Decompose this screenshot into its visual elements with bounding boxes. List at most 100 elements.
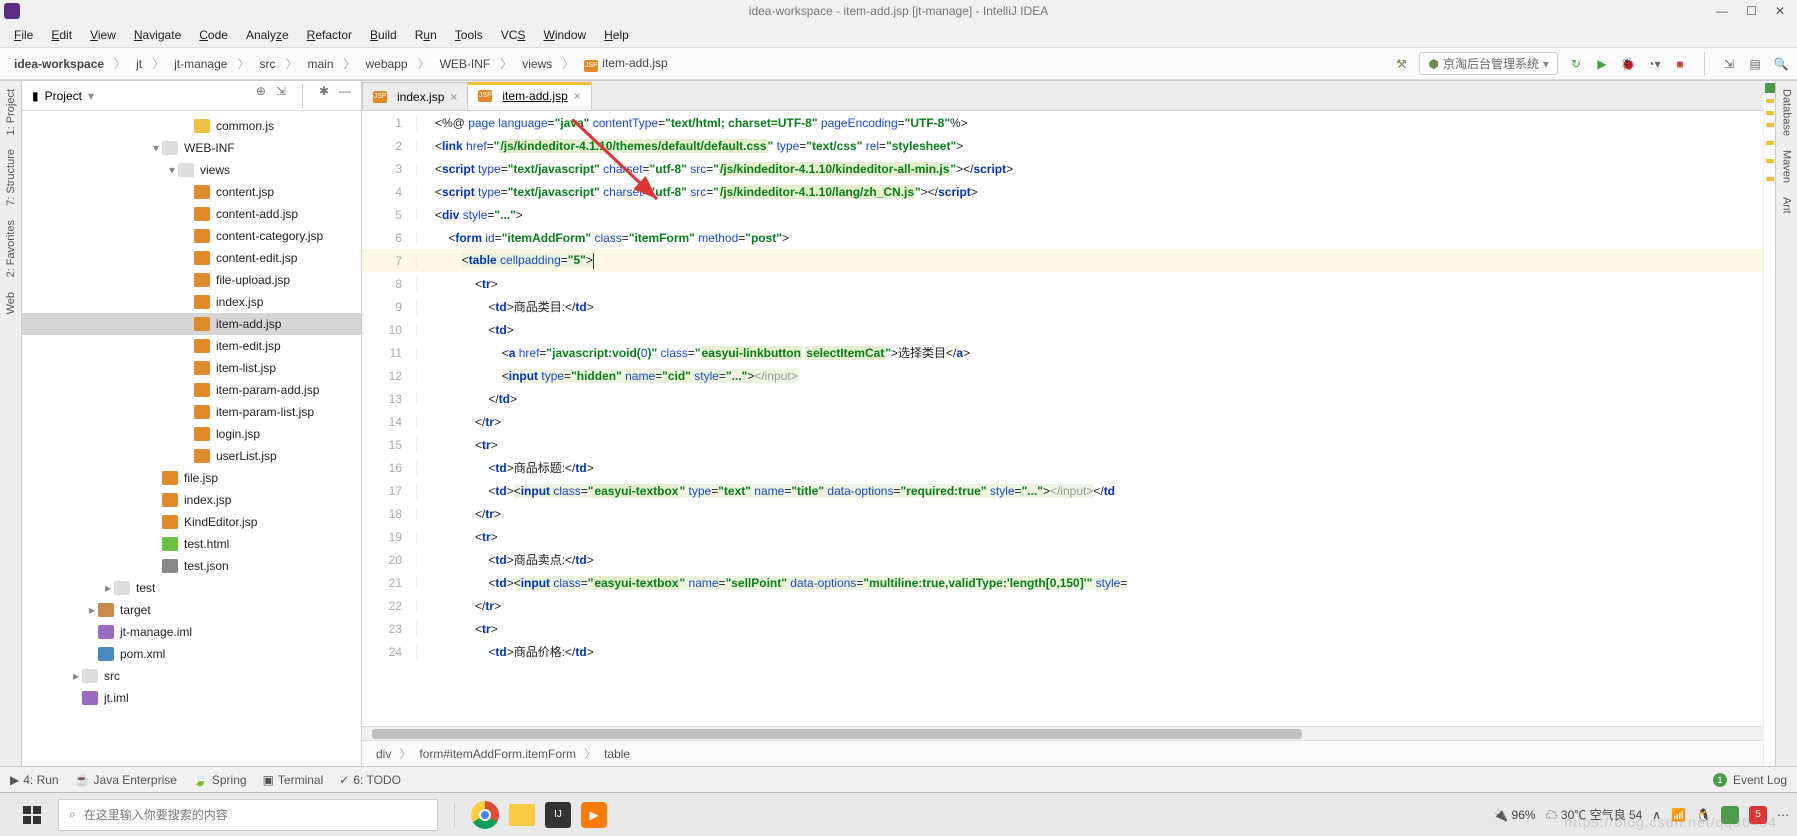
close-icon[interactable]: × (450, 90, 457, 104)
warning-marker[interactable] (1766, 159, 1774, 163)
tool-window-button[interactable]: ☕Java Enterprise (75, 773, 177, 787)
line-number[interactable]: 2 (362, 139, 417, 153)
chevron-down-icon[interactable]: ▾ (88, 89, 94, 103)
tree-node[interactable]: content.jsp (22, 181, 361, 203)
line-number[interactable]: 18 (362, 507, 417, 521)
line-number[interactable]: 15 (362, 438, 417, 452)
breadcrumb-item[interactable]: idea-workspace (8, 55, 110, 73)
code-content[interactable]: <td><input class="easyui-textbox" name="… (431, 576, 1127, 590)
warning-marker[interactable] (1766, 141, 1774, 145)
scrollbar-thumb[interactable] (372, 729, 1302, 739)
code-line[interactable]: 13 </td> (362, 387, 1763, 410)
marker-strip[interactable] (1763, 81, 1775, 766)
tree-caret-icon[interactable]: ▸ (86, 603, 98, 617)
tool-window-button[interactable]: ✓6: TODO (339, 773, 401, 787)
tree-node[interactable]: item-add.jsp (22, 313, 361, 335)
debug-icon[interactable]: 🐞 (1620, 56, 1636, 72)
code-content[interactable]: <form id="itemAddForm" class="itemForm" … (431, 231, 789, 245)
code-line[interactable]: 7 <table cellpadding="5"> (362, 249, 1763, 272)
code-content[interactable]: <div style="..."> (431, 208, 523, 222)
breadcrumb-item[interactable]: jt-manage (168, 55, 233, 73)
code-content[interactable]: <tr> (431, 438, 498, 452)
tree-node[interactable]: content-add.jsp (22, 203, 361, 225)
media-icon[interactable]: ▶ (581, 802, 607, 828)
line-number[interactable]: 7 (362, 254, 417, 268)
breadcrumb-item[interactable]: src (253, 55, 281, 73)
tree-node[interactable]: jt.iml (22, 687, 361, 709)
line-number[interactable]: 5 (362, 208, 417, 222)
explorer-icon[interactable] (509, 804, 535, 826)
tool-window-button[interactable]: Maven (1781, 150, 1793, 183)
rerun-icon[interactable]: ↻ (1568, 56, 1584, 72)
tray-app-icon[interactable]: ⋯ (1777, 808, 1789, 822)
warning-marker[interactable] (1766, 111, 1774, 115)
menu-help[interactable]: Help (596, 25, 637, 45)
code-content[interactable]: </td> (431, 392, 517, 406)
horizontal-scrollbar[interactable] (362, 726, 1763, 740)
line-number[interactable]: 8 (362, 277, 417, 291)
code-line[interactable]: 8 <tr> (362, 272, 1763, 295)
structure-icon[interactable]: ▤ (1747, 56, 1763, 72)
editor-breadcrumb-item[interactable]: table (604, 747, 630, 761)
line-number[interactable]: 6 (362, 231, 417, 245)
menu-file[interactable]: File (6, 25, 41, 45)
menu-analyze[interactable]: Analyze (238, 25, 297, 45)
tree-node[interactable]: ▾views (22, 159, 361, 181)
chrome-icon[interactable] (471, 801, 499, 829)
menu-view[interactable]: View (82, 25, 124, 45)
tree-node[interactable]: file.jsp (22, 467, 361, 489)
editor-breadcrumb-item[interactable]: form#itemAddForm.itemForm (419, 747, 576, 761)
code-content[interactable]: <%@ page language="java" contentType="te… (431, 116, 968, 130)
intellij-icon[interactable]: IJ (545, 802, 571, 828)
build-icon[interactable]: ⚒ (1393, 56, 1409, 72)
code-content[interactable]: <link href="/js/kindeditor-4.1.10/themes… (431, 139, 963, 153)
menu-navigate[interactable]: Navigate (126, 25, 189, 45)
maximize-icon[interactable]: ☐ (1746, 4, 1757, 18)
line-number[interactable]: 22 (362, 599, 417, 613)
code-content[interactable]: <a href="javascript:void(0)" class="easy… (431, 344, 970, 361)
code-content[interactable]: </tr> (431, 507, 501, 521)
menu-run[interactable]: Run (407, 25, 445, 45)
run-config-selector[interactable]: ⬢ 京淘后台管理系统 ▾ (1419, 52, 1558, 75)
code-content[interactable]: <td><input class="easyui-textbox" type="… (431, 484, 1115, 498)
menu-build[interactable]: Build (362, 25, 405, 45)
tree-node[interactable]: jt-manage.iml (22, 621, 361, 643)
editor-breadcrumb-item[interactable]: div (376, 747, 391, 761)
code-content[interactable]: </tr> (431, 415, 501, 429)
editor-tab[interactable]: JSPitem-add.jsp× (467, 82, 591, 110)
line-number[interactable]: 23 (362, 622, 417, 636)
breadcrumb-item[interactable]: views (516, 55, 558, 73)
minimize-icon[interactable]: — (1716, 4, 1728, 18)
tree-node[interactable]: content-edit.jsp (22, 247, 361, 269)
search-icon[interactable]: 🔍 (1773, 56, 1789, 72)
breadcrumb-item[interactable]: webapp (360, 55, 414, 73)
breadcrumb-item[interactable]: JSPitem-add.jsp (578, 54, 673, 74)
close-icon[interactable]: ✕ (1775, 4, 1785, 18)
code-content[interactable]: <tr> (431, 277, 498, 291)
warning-marker[interactable] (1766, 123, 1774, 127)
menu-edit[interactable]: Edit (43, 25, 80, 45)
tree-caret-icon[interactable]: ▾ (166, 163, 178, 177)
line-number[interactable]: 21 (362, 576, 417, 590)
tool-window-button[interactable]: 1: Project (5, 89, 17, 135)
tool-window-button[interactable]: Ant (1781, 197, 1793, 214)
code-content[interactable]: </tr> (431, 599, 501, 613)
code-line[interactable]: 9 <td>商品类目:</td> (362, 295, 1763, 318)
editor-tab[interactable]: JSPindex.jsp× (362, 82, 468, 110)
line-number[interactable]: 11 (362, 346, 417, 360)
coverage-icon[interactable]: ◔▾ (1646, 56, 1662, 72)
code-line[interactable]: 14 </tr> (362, 410, 1763, 433)
tree-node[interactable]: index.jsp (22, 489, 361, 511)
line-number[interactable]: 1 (362, 116, 417, 130)
line-number[interactable]: 19 (362, 530, 417, 544)
code-line[interactable]: 6 <form id="itemAddForm" class="itemForm… (362, 226, 1763, 249)
close-icon[interactable]: × (574, 89, 581, 103)
code-line[interactable]: 12 <input type="hidden" name="cid" style… (362, 364, 1763, 387)
code-line[interactable]: 1 <%@ page language="java" contentType="t… (362, 111, 1763, 134)
code-line[interactable]: 11 <a href="javascript:void(0)" class="e… (362, 341, 1763, 364)
code-line[interactable]: 15 <tr> (362, 433, 1763, 456)
line-number[interactable]: 9 (362, 300, 417, 314)
line-number[interactable]: 13 (362, 392, 417, 406)
tree-node[interactable]: content-category.jsp (22, 225, 361, 247)
vcs-icon[interactable]: ⇲ (1721, 56, 1737, 72)
